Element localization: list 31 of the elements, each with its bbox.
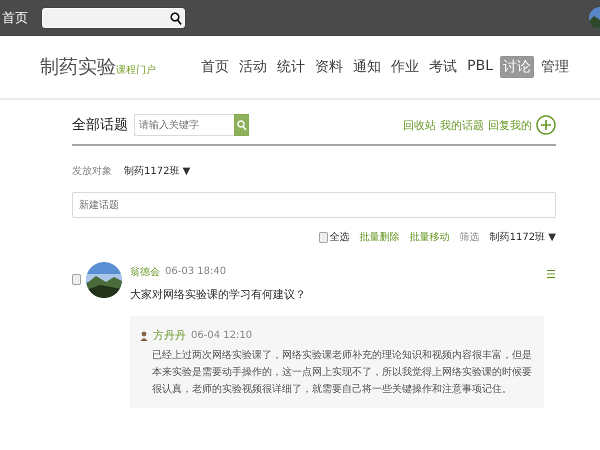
filter-label: 筛选	[460, 230, 480, 244]
logo-subtitle: 课程门户	[116, 65, 156, 76]
post-time: 06-03 18:40	[165, 266, 226, 277]
add-icon[interactable]	[536, 115, 556, 135]
nav-tab[interactable]: 通知	[350, 56, 384, 78]
nav-tab[interactable]: PBL	[464, 56, 496, 78]
reply-time: 06-04 12:10	[191, 330, 252, 341]
search-button[interactable]	[234, 114, 249, 136]
topic-title[interactable]: 大家对网络实验课的学习有何建议？	[130, 287, 556, 302]
nav-tab[interactable]: 管理	[538, 56, 572, 78]
course-logo: 制药实验	[40, 56, 116, 78]
nav-tab[interactable]: 首页	[198, 56, 232, 78]
nav-tab[interactable]: 考试	[426, 56, 460, 78]
reply-text: 已经上过两次网络实验课了，网络实验课老师补充的理论知识和视频内容很丰富，但是本来实验是需要动手操作的，这一点网上实现不了，所以我觉得上网络实验课的时候要很认真，老师的实验视频很详细了，就需要自己将一些关键操作和注意事项记住。	[151, 348, 532, 397]
nav-tab[interactable]: 统计	[274, 56, 308, 78]
search-icon[interactable]	[170, 12, 182, 24]
class-dropdown[interactable]: 制药1172班 ▼	[124, 164, 190, 178]
home-link[interactable]: 首页	[2, 9, 42, 27]
nav-tab[interactable]: 作业	[388, 56, 422, 78]
person-icon	[140, 330, 148, 340]
checkbox[interactable]	[72, 274, 81, 285]
search-field[interactable]	[42, 8, 185, 28]
filter-dropdown[interactable]: 制药1172班 ▼	[490, 230, 556, 244]
nav-tab[interactable]: 活动	[236, 56, 270, 78]
new-topic-field[interactable]: 新建话题	[72, 192, 556, 218]
section-title: 全部话题	[72, 116, 128, 134]
keyword-field[interactable]: 请输入关键字	[134, 114, 234, 136]
checkbox[interactable]	[318, 232, 328, 242]
target-label: 发放对象	[72, 164, 112, 178]
nav-tab[interactable]: 资料	[312, 56, 346, 78]
select-all-label[interactable]: 全选	[330, 230, 350, 244]
